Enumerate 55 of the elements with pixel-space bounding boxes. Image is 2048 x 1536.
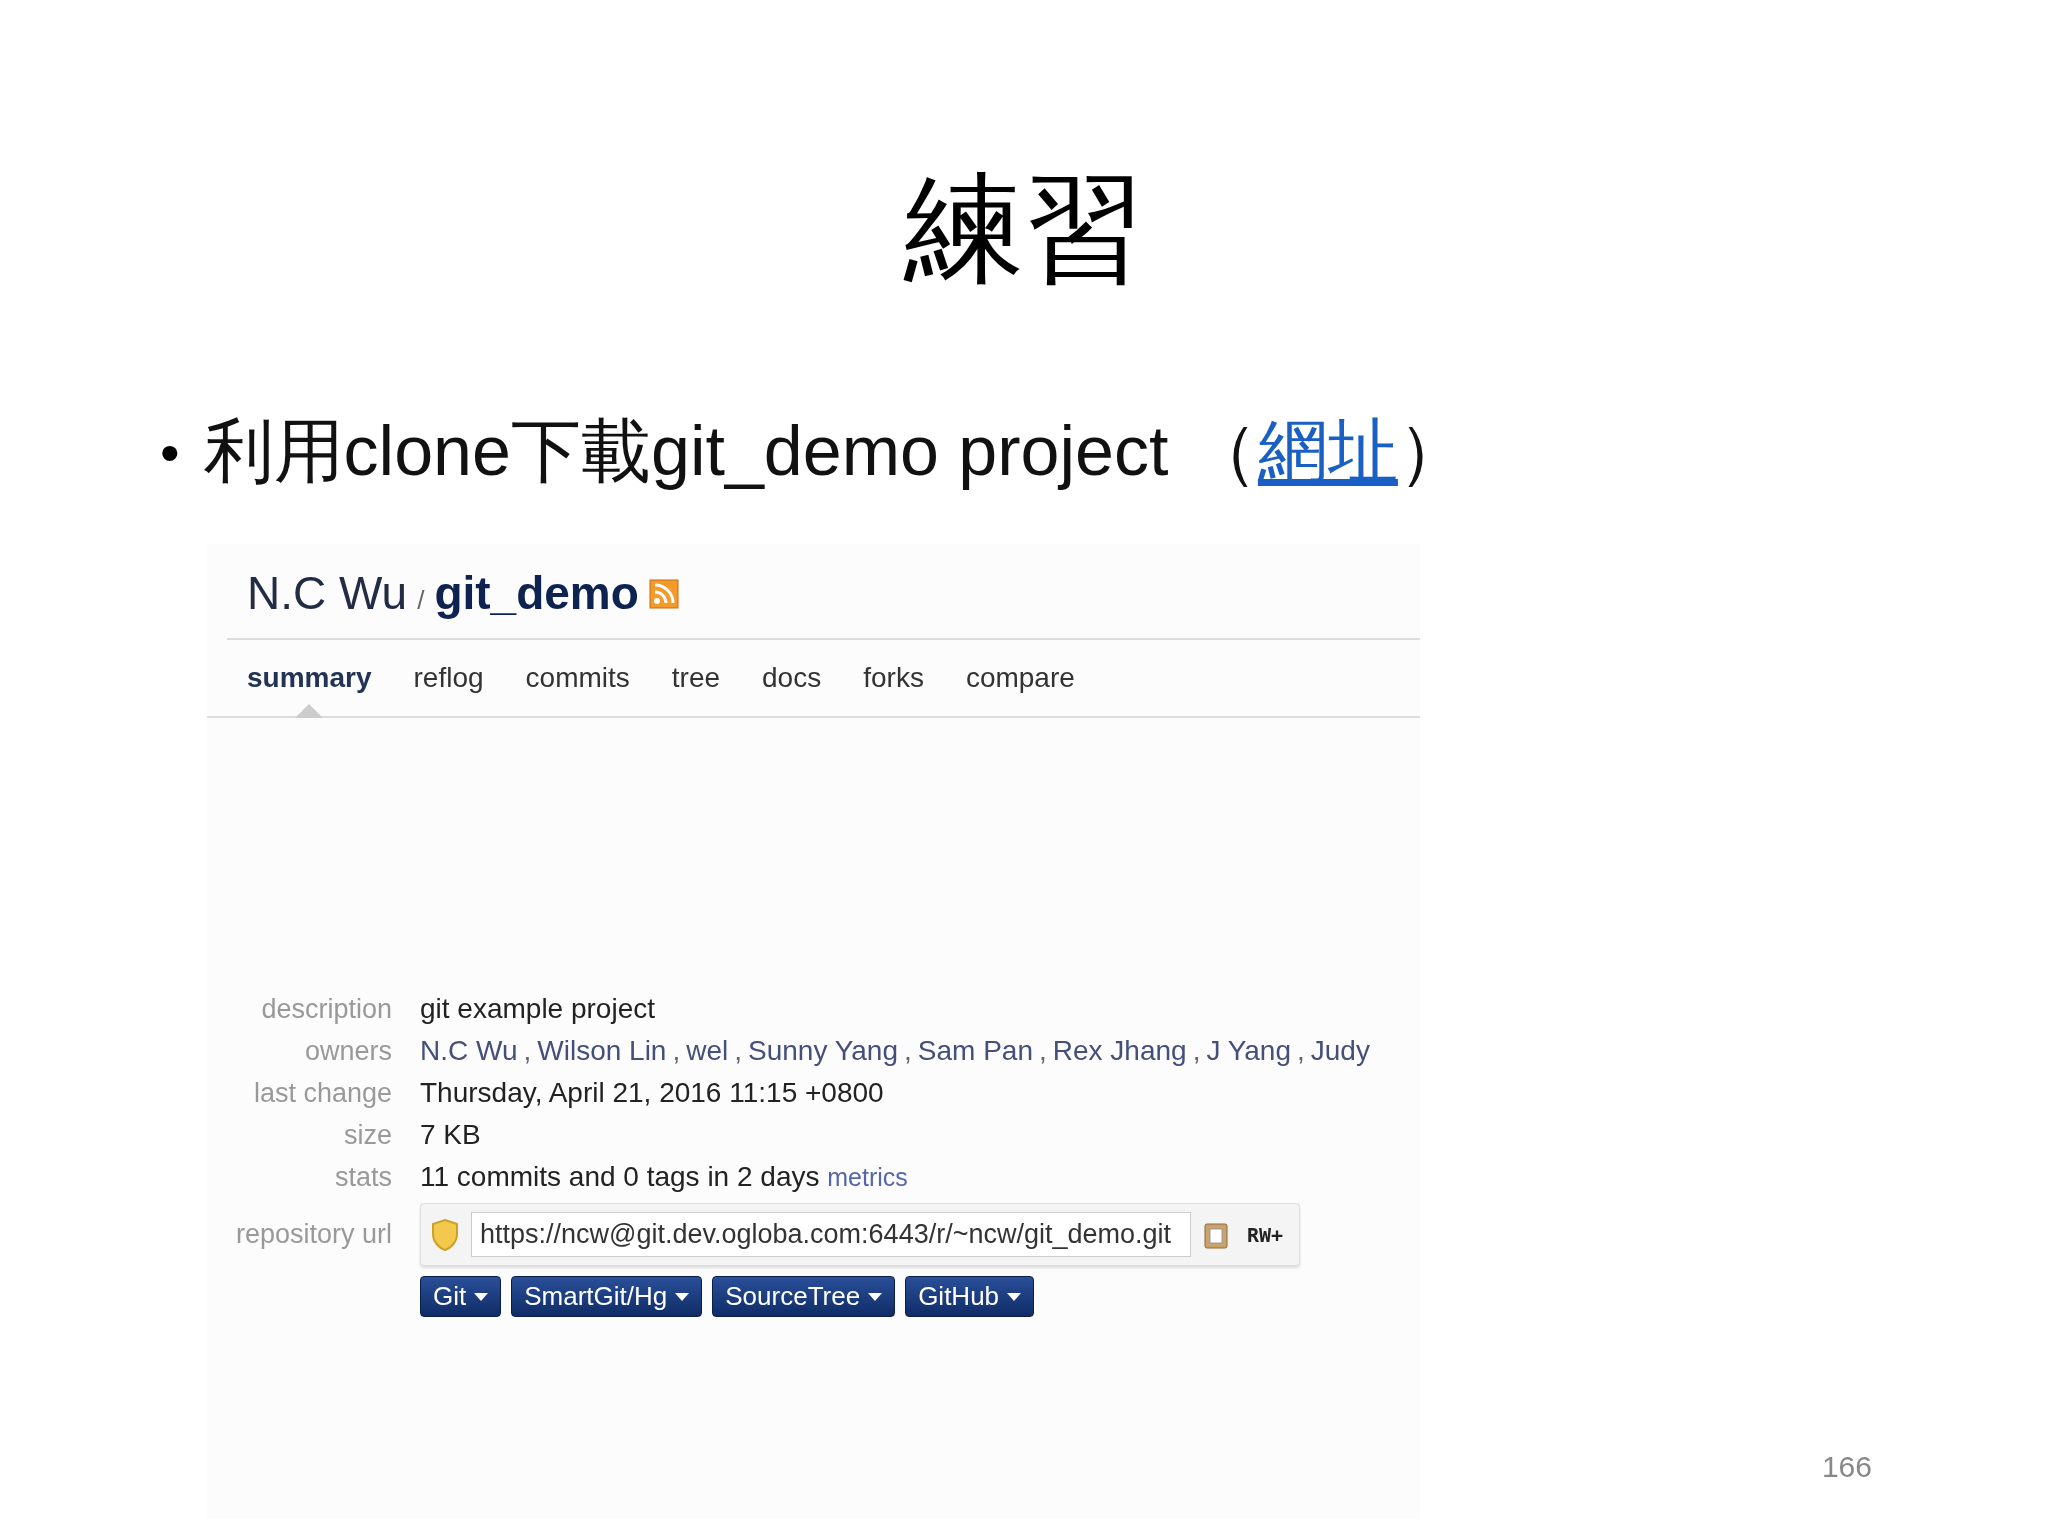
comma: , bbox=[734, 1035, 743, 1067]
repo-name[interactable]: git_demo bbox=[434, 566, 639, 620]
comma: , bbox=[523, 1035, 532, 1067]
path-separator: / bbox=[417, 585, 425, 616]
owner-name[interactable]: N.C Wu bbox=[247, 566, 408, 620]
field-value: git example project bbox=[420, 993, 656, 1025]
stats-text: 11 commits and 0 tags in 2 days metrics bbox=[420, 1161, 909, 1193]
owner-link[interactable]: Sunny Yang bbox=[748, 1035, 898, 1067]
field-label: description bbox=[260, 993, 392, 1025]
comma: , bbox=[1297, 1035, 1305, 1067]
comma: , bbox=[672, 1035, 681, 1067]
field-label: stats bbox=[333, 1161, 392, 1193]
field-label: last change bbox=[252, 1077, 392, 1109]
caret-icon bbox=[675, 1292, 690, 1301]
caret-icon bbox=[868, 1292, 883, 1301]
link[interactable]: 網址 bbox=[1257, 412, 1398, 490]
clone-button[interactable]: SourceTree bbox=[712, 1276, 896, 1317]
field-label: owners bbox=[303, 1035, 392, 1067]
owner-link[interactable]: Judy bbox=[1310, 1035, 1370, 1067]
clone-button[interactable]: GitHub bbox=[905, 1276, 1035, 1317]
caret-icon bbox=[474, 1292, 489, 1301]
tab-pointer-icon bbox=[295, 704, 324, 718]
page-number: 166 bbox=[1821, 1450, 1872, 1484]
nav-tab[interactable]: tree bbox=[671, 662, 721, 693]
comma: , bbox=[904, 1035, 912, 1067]
owner-link[interactable]: N.C Wu bbox=[420, 1035, 518, 1067]
rss-icon[interactable] bbox=[648, 579, 679, 609]
nav-tab[interactable]: summary bbox=[247, 662, 372, 693]
bullet-text: 利用clone下載git_demo project （網址） bbox=[203, 411, 1468, 492]
clone-button[interactable]: Git bbox=[420, 1276, 502, 1317]
shield-icon bbox=[431, 1217, 459, 1252]
nav-tab[interactable]: reflog bbox=[413, 662, 484, 693]
caret-icon bbox=[1007, 1292, 1022, 1301]
field-label: repository url bbox=[234, 1219, 392, 1250]
owner-link[interactable]: Sam Pan bbox=[917, 1035, 1033, 1067]
nav-tab[interactable]: docs bbox=[762, 662, 822, 693]
slide-title: 練習 bbox=[902, 162, 1145, 290]
comma: , bbox=[1038, 1035, 1047, 1067]
clipboard-icon[interactable] bbox=[1202, 1220, 1229, 1249]
field-value: 7 KB bbox=[420, 1119, 482, 1151]
nav-tab[interactable]: forks bbox=[863, 662, 924, 693]
url-field[interactable]: https://ncw@git.dev.ogloba.com:6443/r/~ncw/git_demo.git bbox=[471, 1212, 1191, 1257]
owner-link[interactable]: Rex Jhang bbox=[1052, 1035, 1187, 1067]
bullet-mark: • bbox=[160, 419, 180, 485]
owner-link[interactable]: J Yang bbox=[1206, 1035, 1291, 1067]
owner-link[interactable]: Wilson Lin bbox=[537, 1035, 667, 1067]
metrics-link[interactable]: metrics bbox=[827, 1163, 908, 1191]
clone-button[interactable]: SmartGit/Hg bbox=[511, 1276, 703, 1317]
permission-label: RW+ bbox=[1245, 1222, 1284, 1247]
comma: , bbox=[1192, 1035, 1201, 1067]
field-value: Thursday, April 21, 2016 11:15 +0800 bbox=[420, 1077, 885, 1109]
nav-tab[interactable]: commits bbox=[525, 662, 630, 693]
nav-tab[interactable]: compare bbox=[965, 662, 1075, 693]
owner-link[interactable]: wel bbox=[686, 1035, 729, 1067]
field-label: size bbox=[343, 1119, 392, 1151]
